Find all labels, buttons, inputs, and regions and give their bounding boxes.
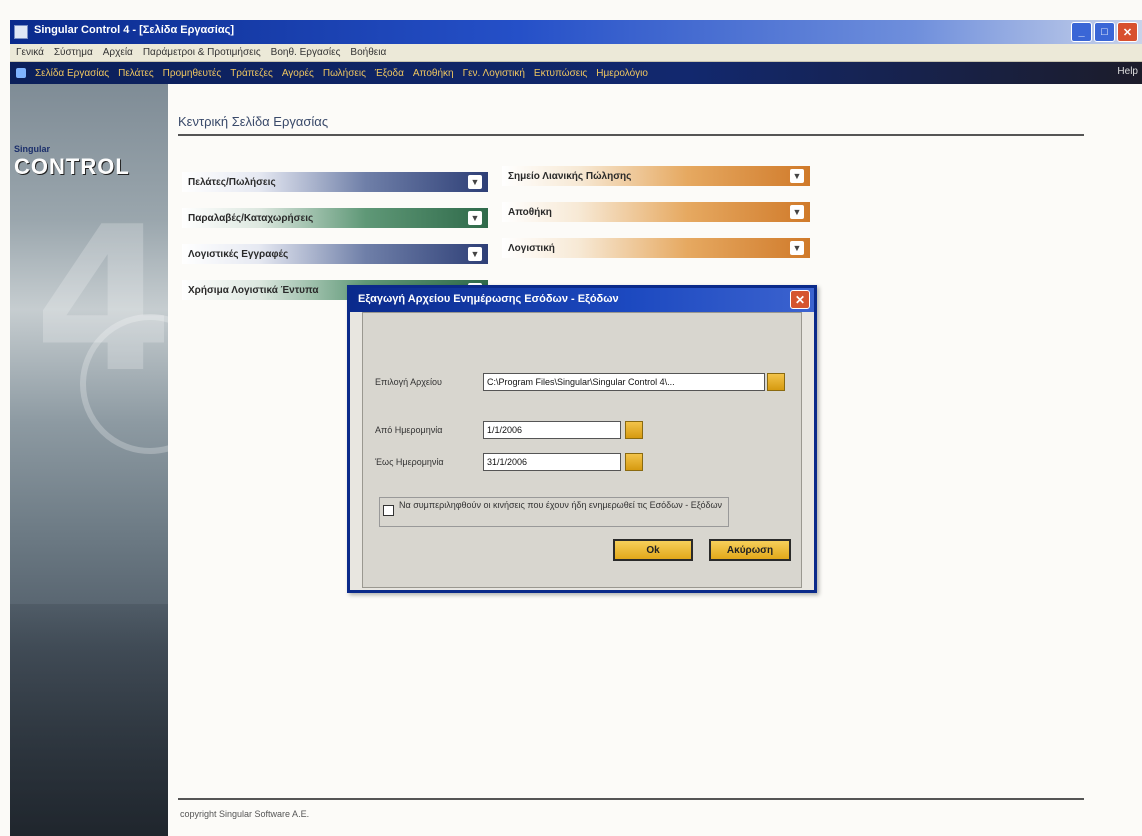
nav-button-label: Χρήσιμα Λογιστικά Έντυπα	[188, 284, 319, 296]
divider	[178, 798, 1084, 800]
nav-button-label: Παραλαβές/Καταχωρήσεις	[188, 212, 314, 224]
menu-item[interactable]: Βοήθεια	[350, 47, 386, 58]
checkbox-label: Να συμπεριληφθούν οι κινήσεις που έχουν …	[399, 500, 723, 510]
window-title: Singular Control 4 - [Σελίδα Εργασίας]	[34, 24, 235, 36]
logo-product: CONTROL	[14, 154, 130, 179]
dialog-title-bar[interactable]: Εξαγωγή Αρχείου Ενημέρωσης Εσόδων - Εξόδ…	[350, 288, 814, 312]
arrow-down-icon: ▼	[468, 211, 482, 225]
title-bar[interactable]: Singular Control 4 - [Σελίδα Εργασίας] _…	[10, 20, 1142, 44]
dialog-title: Εξαγωγή Αρχείου Ενημέρωσης Εσόδων - Εξόδ…	[358, 293, 619, 305]
include-updated-checkbox[interactable]	[383, 505, 394, 516]
toolbar-item[interactable]: Έξοδα	[375, 68, 404, 79]
menu-bar: Γενικά Σύστημα Αρχεία Παράμετροι & Προτι…	[10, 44, 1142, 62]
menu-item[interactable]: Σύστημα	[54, 47, 93, 58]
nav-button-label: Πελάτες/Πωλήσεις	[188, 176, 276, 188]
arrow-down-icon: ▼	[790, 205, 804, 219]
ok-button[interactable]: Ok	[613, 539, 693, 561]
logo: Singular CONTROL	[14, 144, 164, 180]
page-title: Κεντρική Σελίδα Εργασίας	[178, 114, 329, 129]
toolbar-item[interactable]: Σελίδα Εργασίας	[35, 68, 109, 79]
calendar-button[interactable]	[625, 453, 643, 471]
app-icon	[14, 25, 28, 39]
side-banner: 4 Singular CONTROL	[10, 84, 168, 836]
export-dialog: Εξαγωγή Αρχείου Ενημέρωσης Εσόδων - Εξόδ…	[347, 285, 817, 593]
from-date-label: Από Ημερομηνία	[375, 425, 443, 435]
toolbar-item[interactable]: Γεν. Λογιστική	[463, 68, 525, 79]
nav-button-accounting-entries[interactable]: Λογιστικές Εγγραφές ▼	[182, 244, 488, 264]
toolbar-item[interactable]: Πελάτες	[118, 68, 154, 79]
browse-button[interactable]	[767, 373, 785, 391]
close-button[interactable]: ✕	[1117, 22, 1138, 42]
help-link[interactable]: Help	[1117, 66, 1138, 77]
nav-button-label: Λογιστική	[508, 242, 555, 254]
toolbar-item[interactable]: Πωλήσεις	[323, 68, 366, 79]
nav-button-label: Αποθήκη	[508, 206, 552, 218]
toolbar-item[interactable]: Προμηθευτές	[163, 68, 222, 79]
toolbar-item[interactable]: Ημερολόγιο	[596, 68, 648, 79]
home-icon[interactable]	[16, 68, 26, 78]
menu-item[interactable]: Παράμετροι & Προτιμήσεις	[143, 47, 261, 58]
toolbar-item[interactable]: Τράπεζες	[230, 68, 273, 79]
nav-button-label: Σημείο Λιανικής Πώλησης	[508, 170, 632, 182]
divider	[178, 134, 1084, 136]
arrow-down-icon: ▼	[468, 247, 482, 261]
dialog-body: Επιλογή Αρχείου C:\Program Files\Singula…	[362, 312, 802, 588]
copyright-text: copyright Singular Software A.E.	[180, 809, 310, 819]
arrow-down-icon: ▼	[790, 241, 804, 255]
logo-brand: Singular	[14, 144, 51, 154]
nav-button-retail[interactable]: Σημείο Λιανικής Πώλησης ▼	[502, 166, 810, 186]
menu-item[interactable]: Αρχεία	[103, 47, 133, 58]
toolbar-item[interactable]: Αποθήκη	[413, 68, 454, 79]
file-label: Επιλογή Αρχείου	[375, 377, 442, 387]
from-date-input[interactable]: 1/1/2006	[483, 421, 621, 439]
calendar-button[interactable]	[625, 421, 643, 439]
minimize-button[interactable]: _	[1071, 22, 1092, 42]
nav-button-warehouse[interactable]: Αποθήκη ▼	[502, 202, 810, 222]
to-date-label: Έως Ημερομηνία	[375, 457, 444, 467]
menu-item[interactable]: Βοηθ. Εργασίες	[271, 47, 341, 58]
toolbar: Σελίδα Εργασίας Πελάτες Προμηθευτές Τράπ…	[10, 62, 1142, 84]
toolbar-item[interactable]: Εκτυπώσεις	[534, 68, 587, 79]
maximize-button[interactable]: □	[1094, 22, 1115, 42]
nav-button-label: Λογιστικές Εγγραφές	[188, 248, 289, 260]
file-path-input[interactable]: C:\Program Files\Singular\Singular Contr…	[483, 373, 765, 391]
nav-button-customers[interactable]: Πελάτες/Πωλήσεις ▼	[182, 172, 488, 192]
dialog-close-button[interactable]: ✕	[790, 290, 810, 309]
to-date-input[interactable]: 31/1/2006	[483, 453, 621, 471]
cancel-button[interactable]: Ακύρωση	[709, 539, 791, 561]
arrow-down-icon: ▼	[468, 175, 482, 189]
menu-item[interactable]: Γενικά	[16, 47, 44, 58]
nav-button-accounting[interactable]: Λογιστική ▼	[502, 238, 810, 258]
toolbar-item[interactable]: Αγορές	[282, 68, 314, 79]
nav-button-receipts[interactable]: Παραλαβές/Καταχωρήσεις ▼	[182, 208, 488, 228]
banner-shade	[10, 604, 168, 836]
application-window: Singular Control 4 - [Σελίδα Εργασίας] _…	[0, 0, 1142, 836]
arrow-down-icon: ▼	[790, 169, 804, 183]
